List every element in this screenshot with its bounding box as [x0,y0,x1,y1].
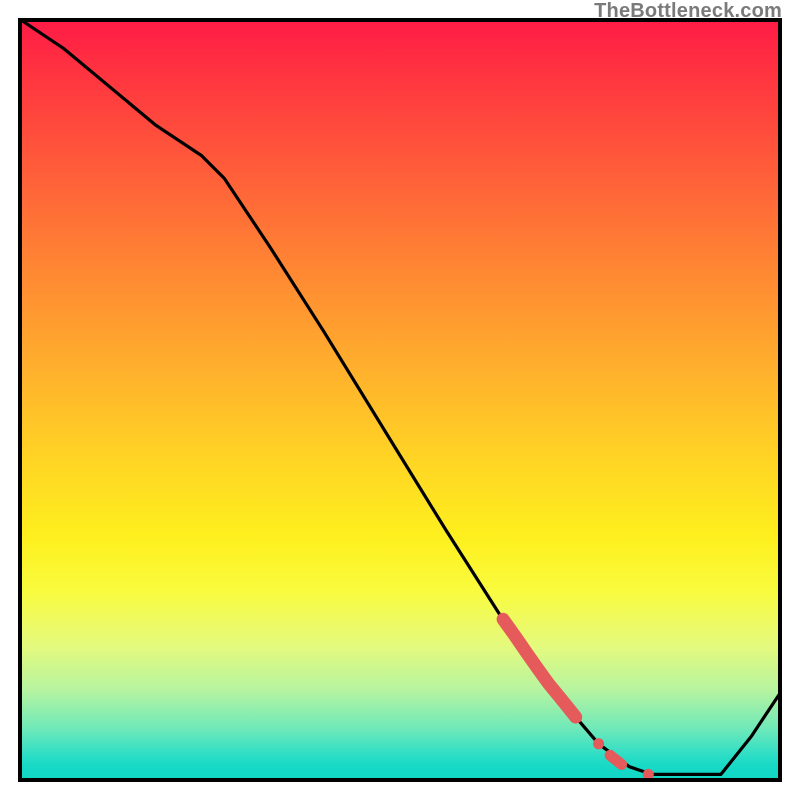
plot-gradient-background [18,18,782,782]
chart-container: TheBottleneck.com [0,0,800,800]
watermark-text: TheBottleneck.com [594,0,782,23]
